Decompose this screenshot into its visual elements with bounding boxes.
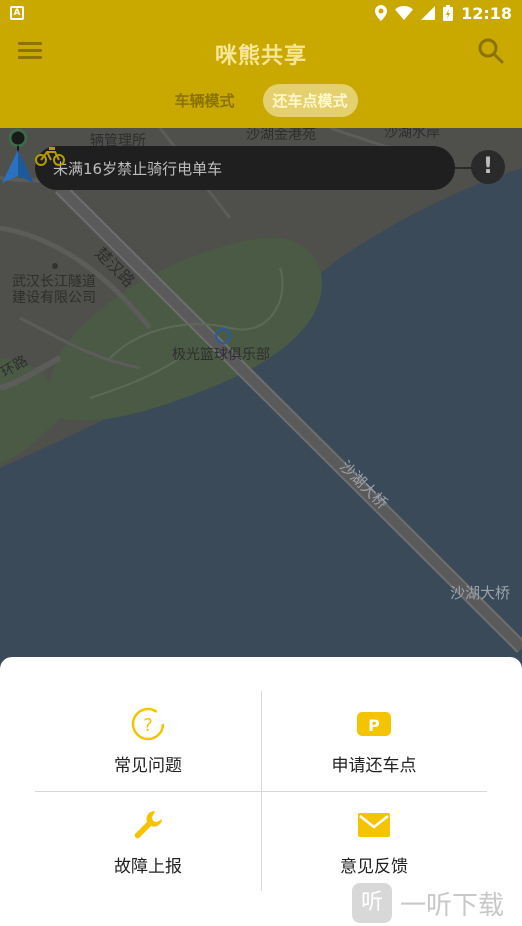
age-notice-banner[interactable]: 未满16岁禁止骑行电单车 xyxy=(35,146,455,190)
app-title: 咪熊共享 xyxy=(214,44,307,69)
menu-grid: ? 常见问题 P 申请还车点 故障上报 意见反馈 xyxy=(35,691,487,891)
app-header: 咪熊共享 车辆模式 还车点模式 xyxy=(0,26,522,128)
mode-tabs: 车辆模式 还车点模式 xyxy=(0,84,522,117)
feedback-button[interactable]: 意见反馈 xyxy=(261,792,487,892)
status-time: 12:18 xyxy=(461,3,512,23)
question-icon: ? xyxy=(131,707,165,741)
tab-vehicle-mode[interactable]: 车辆模式 xyxy=(164,84,244,117)
ebike-icon xyxy=(35,147,65,166)
watermark-logo: 听 xyxy=(352,883,392,923)
mail-icon xyxy=(357,808,391,842)
battery-icon xyxy=(443,5,454,21)
report-fault-label: 故障上报 xyxy=(114,856,182,877)
wifi-icon xyxy=(395,6,414,20)
map-label-bridge-corner: 沙湖大桥 xyxy=(450,584,511,602)
faq-label: 常见问题 xyxy=(114,755,182,776)
location-status-icon xyxy=(375,5,388,21)
map-label-top3: 沙湖水岸 xyxy=(384,128,440,141)
feedback-label: 意见反馈 xyxy=(340,856,408,877)
wrench-icon xyxy=(131,808,165,842)
faq-button[interactable]: ? 常见问题 xyxy=(35,691,261,791)
watermark-text: 一听下载 xyxy=(400,890,505,921)
status-bar: A 12:18 xyxy=(0,0,522,26)
map-view[interactable]: 辆管理所 沙湖金港苑 沙湖水岸 楚汉路 武汉长江隧道建设有限公司 极光篮球俱乐部… xyxy=(0,128,522,688)
svg-text:?: ? xyxy=(143,715,153,736)
search-icon[interactable] xyxy=(478,38,504,64)
app-notification-icon: A xyxy=(10,6,24,20)
current-location-marker xyxy=(2,128,34,183)
bottom-menu-sheet: ? 常见问题 P 申请还车点 故障上报 意见反馈 听 一听下载 xyxy=(0,657,522,926)
apply-return-point-label: 申请还车点 xyxy=(331,755,417,776)
map-label-club: 极光篮球俱乐部 xyxy=(172,347,270,363)
map-label-top2: 沙湖金港苑 xyxy=(246,128,316,143)
signal-icon xyxy=(421,6,436,20)
watermark: 听 一听下载 xyxy=(352,880,522,926)
apply-return-point-button[interactable]: P 申请还车点 xyxy=(261,691,487,791)
report-fault-button[interactable]: 故障上报 xyxy=(35,792,261,892)
alert-button[interactable]: ! xyxy=(471,150,505,184)
svg-text:P: P xyxy=(368,716,380,735)
tab-return-point-mode[interactable]: 还车点模式 xyxy=(262,84,358,117)
map-canvas xyxy=(0,128,522,688)
map-label-tunnel: 武汉长江隧道建设有限公司 xyxy=(12,274,96,306)
age-notice-text: 未满16岁禁止骑行电单车 xyxy=(53,159,223,178)
parking-icon: P xyxy=(357,707,391,741)
